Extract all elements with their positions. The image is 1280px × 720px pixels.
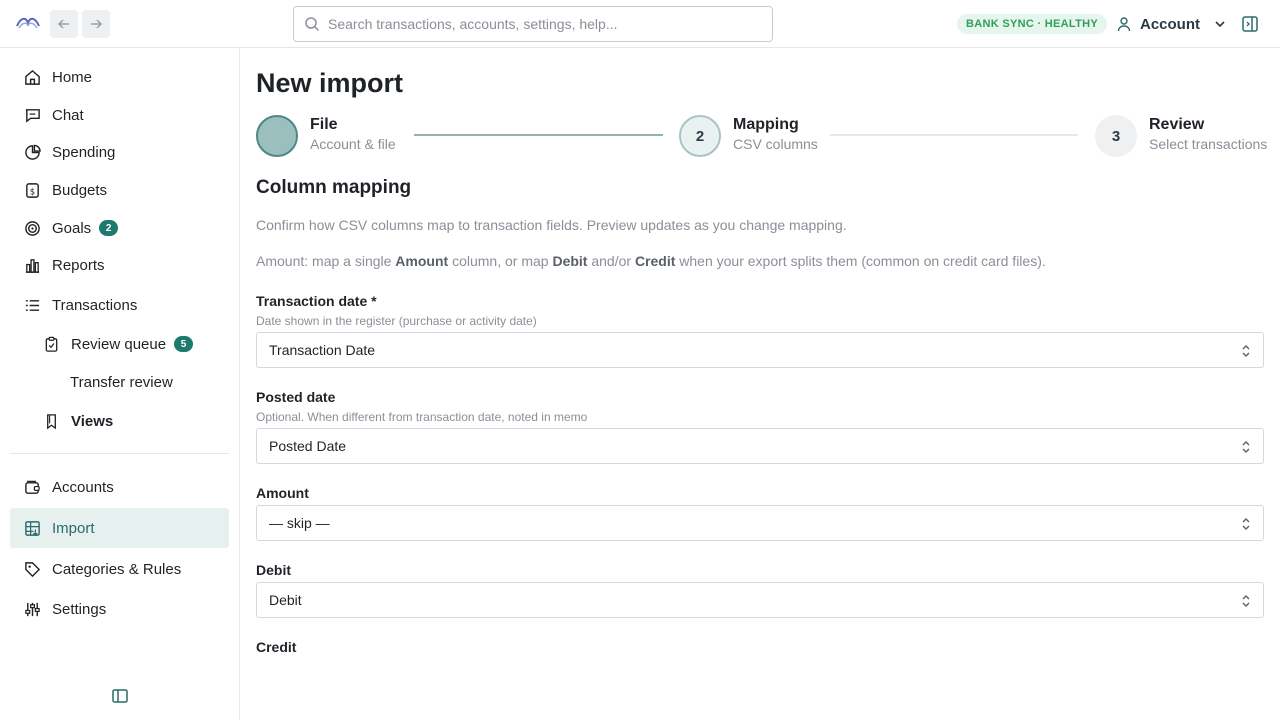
pie-chart-icon — [24, 144, 41, 160]
user-icon — [1117, 17, 1131, 32]
sidebar-item-review-queue[interactable]: Review queue 5 — [10, 324, 229, 364]
step-review-indicator: 3 — [1095, 115, 1137, 157]
top-bar: BANK SYNC · HEALTHY Account — [0, 0, 1280, 48]
sidebar-item-label: Chat — [52, 106, 84, 124]
arrow-right-icon — [91, 19, 103, 29]
transaction-date-select[interactable]: Transaction Date — [256, 332, 1264, 368]
sidebar-item-label: Accounts — [52, 478, 114, 496]
review-queue-count-badge: 5 — [174, 336, 194, 352]
home-icon — [24, 69, 40, 85]
sidebar-item-chat[interactable]: Chat — [10, 95, 229, 135]
arrow-left-icon — [57, 19, 69, 29]
sidebar-item-transactions[interactable]: Transactions — [10, 285, 229, 325]
sidebar-item-label: Settings — [52, 600, 107, 618]
bar-chart-icon — [25, 258, 39, 273]
table-icon — [24, 520, 40, 536]
bank-sync-status-badge: BANK SYNC · HEALTHY — [957, 14, 1107, 34]
select-chevron-icon — [1242, 345, 1250, 357]
sidebar-item-settings[interactable]: Settings — [10, 589, 229, 629]
sidebar-item-categories-rules[interactable]: Categories & Rules — [10, 549, 229, 589]
sidebar-item-label: Spending — [52, 143, 116, 161]
wallet-icon — [24, 480, 40, 494]
sidebar-item-label: Transactions — [52, 296, 138, 314]
sidebar-item-reports[interactable]: Reports — [10, 245, 229, 285]
bookmark-icon — [46, 413, 56, 429]
amount-label: Amount — [256, 485, 309, 501]
page-title: New import — [256, 68, 404, 98]
app-root: BANK SYNC · HEALTHY Account Home Chat Sp… — [0, 0, 1280, 720]
panel-toggle-icon[interactable] — [1241, 15, 1259, 33]
target-icon — [24, 220, 40, 236]
list-icon — [25, 299, 39, 311]
chevron-down-icon — [1215, 21, 1225, 28]
step-mapping-indicator: 2 — [679, 115, 721, 157]
transaction-date-label: Transaction date * — [256, 293, 377, 309]
posted-date-select[interactable]: Posted Date — [256, 428, 1264, 464]
posted-date-label: Posted date — [256, 389, 336, 405]
clipboard-icon — [45, 336, 57, 352]
select-value: Debit — [269, 592, 302, 608]
sidebar-item-label: Budgets — [52, 181, 108, 199]
sidebar-item-spending[interactable]: Spending — [10, 132, 229, 172]
step-review-title: Review — [1149, 116, 1205, 133]
step-mapping-title: Mapping — [733, 116, 799, 133]
budget-icon: $ — [25, 182, 39, 198]
search-icon — [305, 17, 320, 32]
transaction-date-help: Date shown in the register (purchase or … — [256, 314, 537, 328]
sidebar-divider — [10, 453, 229, 454]
amount-select[interactable]: — skip — — [256, 505, 1264, 541]
debit-select[interactable]: Debit — [256, 582, 1264, 618]
sidebar-item-views[interactable]: Views — [10, 401, 229, 441]
select-chevron-icon — [1242, 441, 1250, 453]
account-menu-button[interactable]: Account — [1116, 12, 1228, 36]
step-connector — [414, 134, 663, 136]
debit-label: Debit — [256, 562, 291, 578]
account-label: Account — [1140, 15, 1200, 33]
step-connector — [830, 134, 1078, 136]
search-box[interactable] — [293, 6, 773, 42]
sidebar-item-label: Categories & Rules — [52, 560, 182, 578]
sidebar-item-import[interactable]: Import — [10, 508, 229, 548]
sidebar-item-label: Reports — [52, 256, 105, 274]
step-file-subtitle: Account & file — [310, 136, 396, 152]
svg-text:$: $ — [29, 187, 34, 197]
sidebar: Home Chat Spending $ Budgets Goals 2 Rep… — [0, 48, 240, 720]
forward-button[interactable] — [82, 10, 110, 38]
credit-label: Credit — [256, 639, 297, 655]
sidebar-item-home[interactable]: Home — [10, 57, 229, 97]
sidebar-item-accounts[interactable]: Accounts — [10, 467, 229, 507]
main-content: New import File Account & file 2 Mapping… — [240, 48, 1280, 720]
goals-count-badge: 2 — [99, 220, 119, 236]
logo-icon[interactable] — [16, 13, 40, 33]
step-file-title: File — [310, 116, 338, 133]
mapping-intro-text: Confirm how CSV columns map to transacti… — [256, 217, 847, 233]
sidebar-item-transfer-review[interactable]: Transfer review — [10, 362, 229, 402]
sidebar-item-budgets[interactable]: $ Budgets — [10, 170, 229, 210]
tag-icon — [24, 561, 40, 577]
sidebar-item-label: Import — [52, 519, 95, 537]
sidebar-item-label: Home — [52, 68, 93, 86]
sliders-icon — [24, 602, 40, 616]
select-chevron-icon — [1242, 595, 1250, 607]
select-chevron-icon — [1242, 518, 1250, 530]
sidebar-item-label: Views — [71, 412, 114, 430]
step-review-subtitle: Select transactions — [1149, 136, 1268, 152]
collapse-sidebar-icon[interactable] — [111, 688, 129, 704]
step-file-indicator — [256, 115, 298, 157]
back-button[interactable] — [50, 10, 78, 38]
sidebar-item-label: Transfer review — [70, 373, 173, 391]
sidebar-item-label: Review queue — [71, 335, 167, 353]
search-input[interactable] — [328, 16, 748, 32]
step-mapping-subtitle: CSV columns — [733, 136, 818, 152]
posted-date-help: Optional. When different from transactio… — [256, 410, 588, 424]
sidebar-item-goals[interactable]: Goals 2 — [10, 208, 229, 248]
section-title: Column mapping — [256, 177, 412, 198]
select-value: Transaction Date — [269, 342, 376, 358]
select-value: Posted Date — [269, 438, 347, 454]
sidebar-item-label: Goals — [52, 219, 92, 237]
chat-icon — [25, 108, 40, 123]
amount-note-text: Amount: map a single Amount column, or m… — [256, 253, 1046, 269]
select-value: — skip — — [269, 515, 330, 531]
